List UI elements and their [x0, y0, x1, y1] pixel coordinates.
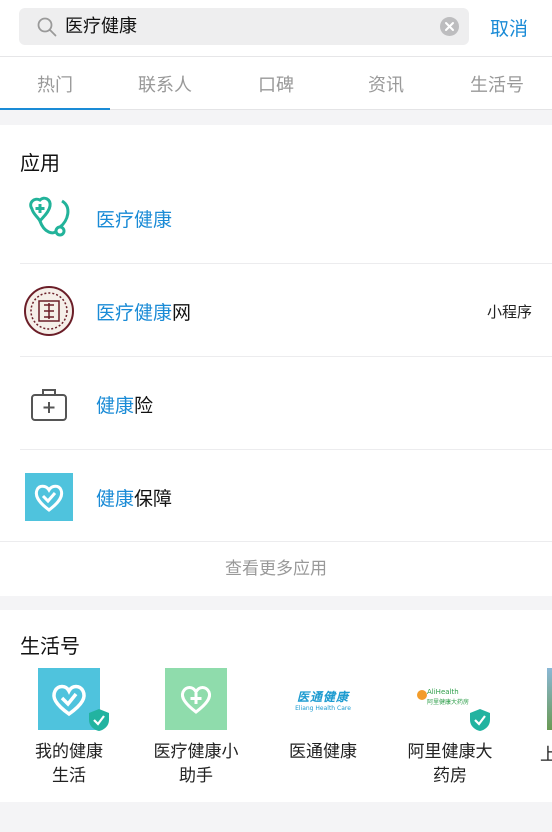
search-box[interactable]: 医疗健康 [19, 8, 469, 45]
verified-shield-icon [88, 708, 110, 736]
life-item[interactable]: AliHealth 阿里健康大药房 阿里健康大 药房 [387, 668, 513, 788]
life-item-label: 医疗健康小 助手 [153, 742, 239, 786]
life-item-label: 我的健康 生活 [35, 742, 103, 786]
app-row[interactable]: 健康险 [0, 357, 552, 450]
search-bar: 医疗健康 取消 [0, 0, 552, 56]
app-name: 健康保障 [96, 488, 173, 510]
seal-logo-icon [24, 286, 74, 336]
life-item[interactable]: 医疗健康小 助手 [133, 668, 259, 788]
more-apps-button[interactable]: 查看更多应用 [0, 541, 552, 596]
partial-thumbnail [547, 668, 552, 730]
search-input[interactable]: 医疗健康 [65, 8, 137, 45]
tab-life[interactable]: 生活号 [442, 71, 552, 97]
medical-kit-icon [24, 379, 74, 429]
cancel-button[interactable]: 取消 [490, 14, 528, 41]
search-icon [37, 17, 57, 41]
stethoscope-icon [24, 193, 74, 243]
heart-card-icon [38, 668, 109, 731]
app-row[interactable]: 健康保障 [0, 450, 552, 543]
tab-koubei[interactable]: 口碑 [221, 71, 331, 97]
life-item[interactable]: 我的健康 生活 [6, 668, 132, 788]
tab-contacts[interactable]: 联系人 [110, 71, 220, 97]
tab-hot[interactable]: 热门 [0, 71, 110, 97]
app-row[interactable]: 医疗健康 [0, 171, 552, 264]
apps-section: 应用 医疗健康 医疗健康网 小程序 健康险 健康保障 查看更多应用 [0, 125, 552, 596]
app-name: 健康险 [96, 395, 154, 417]
life-item-label: 上 [540, 745, 552, 765]
verified-shield-icon [469, 708, 491, 736]
app-name: 医疗健康网 [96, 302, 192, 324]
section-title-life: 生活号 [20, 634, 80, 658]
heart-shield-icon [24, 472, 74, 522]
alihealth-mark-icon [417, 690, 427, 700]
life-section: 生活号 我的健康 生活 医疗健康小 助手 医通健康 Eliang Health Ca… [0, 610, 552, 802]
app-name: 医疗健康 [96, 209, 173, 231]
life-item[interactable]: 医通健康 Eliang Health Care 医通健康 [260, 668, 386, 764]
app-row[interactable]: 医疗健康网 小程序 [0, 264, 552, 357]
alihealth-logo: AliHealth 阿里健康大药房 [417, 668, 490, 731]
mini-program-badge: 小程序 [486, 303, 532, 321]
medical-heart-icon [165, 668, 227, 730]
life-item-label: 阿里健康大 药房 [407, 742, 493, 786]
yitong-logo: 医通健康 Eliang Health Care [295, 690, 351, 712]
tab-indicator [0, 108, 110, 110]
life-item-label: 医通健康 [289, 742, 357, 762]
clear-icon[interactable] [440, 17, 459, 36]
tab-bar: 热门 联系人 口碑 资讯 生活号 [0, 56, 552, 110]
tab-news[interactable]: 资讯 [331, 71, 441, 97]
